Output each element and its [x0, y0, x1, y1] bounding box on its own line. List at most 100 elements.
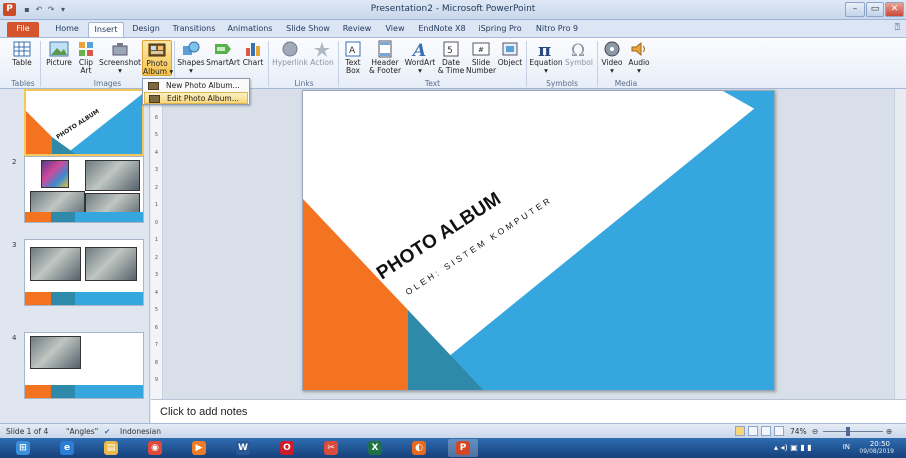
- normal-view-button[interactable]: [735, 426, 745, 436]
- picture-button[interactable]: Picture: [45, 40, 73, 67]
- chart-button[interactable]: Chart: [241, 40, 265, 67]
- object-button[interactable]: Object: [497, 40, 523, 67]
- vertical-scrollbar[interactable]: [894, 89, 906, 399]
- slide-thumbnail-4[interactable]: [24, 332, 144, 399]
- picture-icon: [49, 40, 69, 58]
- taskbar-file-explorer[interactable]: ▤: [96, 439, 126, 457]
- screenshot-icon: [110, 40, 130, 58]
- slide-thumbnail-3[interactable]: [24, 239, 144, 306]
- screenshot-button[interactable]: Screenshot ▾: [99, 40, 141, 75]
- taskbar-opera[interactable]: O: [272, 439, 302, 457]
- slideshow-view-button[interactable]: [774, 426, 784, 436]
- help-icon[interactable]: ⍰: [895, 23, 900, 33]
- header-footer-icon: [375, 40, 395, 58]
- reading-view-button[interactable]: [761, 426, 771, 436]
- photo-album-button[interactable]: Photo Album ▾: [142, 40, 173, 76]
- snipping-icon: ✂: [324, 441, 338, 455]
- edit-photo-album-icon: [149, 95, 160, 103]
- symbol-icon: Ω: [569, 40, 589, 61]
- slide-sorter-view-button[interactable]: [748, 426, 758, 436]
- hyperlink-button[interactable]: Hyperlink: [272, 40, 308, 67]
- svg-text:π: π: [538, 40, 551, 58]
- group-label-media: Media: [614, 79, 638, 88]
- language[interactable]: Indonesian: [120, 427, 161, 436]
- shapes-button[interactable]: Shapes ▾: [177, 40, 205, 75]
- spell-check-icon[interactable]: ✔: [104, 427, 110, 436]
- table-button[interactable]: Table: [9, 40, 35, 67]
- action-button[interactable]: Action: [309, 40, 335, 67]
- taskbar-chrome[interactable]: ◉: [140, 439, 170, 457]
- tab-insert[interactable]: Insert: [88, 22, 124, 37]
- ruler-mark: 1: [154, 202, 159, 208]
- slide-thumbnails-pane[interactable]: PHOTO ALBUM 2 3 4: [0, 89, 150, 423]
- clip-art-button[interactable]: Clip Art: [75, 40, 97, 75]
- taskbar-media-player[interactable]: ▶: [184, 439, 214, 457]
- date-time-button[interactable]: 5 Date & Time: [437, 40, 465, 75]
- symbol-button[interactable]: Ω Symbol: [564, 40, 594, 67]
- slide-number-button[interactable]: # Slide Number: [466, 40, 496, 75]
- tab-file[interactable]: File: [7, 22, 39, 37]
- ruler-mark: 1: [154, 237, 159, 243]
- text-box-button[interactable]: A Text Box: [341, 40, 365, 75]
- minimize-button[interactable]: –: [845, 2, 865, 17]
- photo-album-menu: New Photo Album... Edit Photo Album...: [142, 78, 250, 105]
- smartart-button[interactable]: SmartArt: [206, 40, 240, 67]
- slide-number-4: 4: [12, 334, 17, 342]
- zoom-slider-thumb[interactable]: [846, 427, 850, 436]
- restore-button[interactable]: ▭: [866, 2, 884, 17]
- taskbar-start-orb[interactable]: ⊞: [8, 439, 38, 457]
- ribbon-tabs: File Home Insert Design Transitions Anim…: [0, 20, 906, 37]
- zoom-level[interactable]: 74%: [790, 427, 807, 436]
- zoom-slider[interactable]: [823, 431, 883, 432]
- clip-art-icon: [76, 40, 96, 58]
- group-separator: [40, 41, 41, 87]
- taskbar-firefox[interactable]: ◐: [404, 439, 434, 457]
- ruler-mark: 6: [154, 114, 159, 121]
- taskbar-powerpoint[interactable]: P: [448, 439, 478, 457]
- tab-view[interactable]: View: [380, 22, 410, 37]
- taskbar-internet-explorer[interactable]: e: [52, 439, 82, 457]
- tab-nitro[interactable]: Nitro Pro 9: [532, 22, 582, 37]
- video-button[interactable]: Video ▾: [600, 40, 624, 75]
- tab-review[interactable]: Review: [339, 22, 375, 37]
- clock-date[interactable]: 09/08/2019: [859, 448, 894, 455]
- chart-icon: [243, 40, 263, 58]
- tab-design[interactable]: Design: [128, 22, 164, 37]
- close-button[interactable]: ✕: [885, 2, 904, 17]
- input-language[interactable]: IN: [843, 443, 850, 451]
- taskbar-snipping[interactable]: ✂: [316, 439, 346, 457]
- slide-thumbnail-2[interactable]: [24, 156, 144, 223]
- theme-name[interactable]: "Angles": [66, 427, 98, 436]
- photo-album-icon: [147, 41, 167, 59]
- equation-button[interactable]: π Equation ▾: [529, 40, 563, 75]
- menu-edit-photo-album[interactable]: Edit Photo Album...: [144, 92, 248, 104]
- notes-pane[interactable]: Click to add notes: [151, 399, 906, 423]
- date-time-icon: 5: [441, 40, 461, 58]
- current-slide[interactable]: PHOTO ALBUM OLEH: SISTEM KOMPUTER: [302, 90, 775, 391]
- tray-icons[interactable]: ▴ ◂) ▣ ▮ ▮: [774, 443, 812, 452]
- group-label-text: Text: [424, 79, 441, 88]
- tab-slide-show[interactable]: Slide Show: [282, 22, 334, 37]
- slide-thumbnail-1[interactable]: PHOTO ALBUM: [24, 89, 144, 156]
- taskbar-word[interactable]: W: [228, 439, 258, 457]
- clock-time[interactable]: 20:50: [870, 440, 890, 448]
- tab-ispring[interactable]: iSpring Pro: [474, 22, 526, 37]
- audio-button[interactable]: Audio ▾: [626, 40, 652, 75]
- tab-transitions[interactable]: Transitions: [169, 22, 219, 37]
- ruler-mark: 0: [154, 219, 159, 226]
- tab-endnote[interactable]: EndNote X8: [416, 22, 468, 37]
- zoom-out-icon[interactable]: ⊖: [812, 427, 818, 436]
- taskbar-excel[interactable]: X: [360, 439, 390, 457]
- wordart-button[interactable]: A WordArt ▾: [404, 40, 436, 75]
- menu-new-photo-album[interactable]: New Photo Album...: [144, 80, 248, 92]
- ruler-mark: 6: [154, 324, 159, 331]
- group-label-links: Links: [294, 79, 314, 88]
- thumbnail-footer-band: [25, 385, 143, 398]
- start-orb-icon: ⊞: [16, 441, 30, 455]
- tab-animations[interactable]: Animations: [224, 22, 276, 37]
- header-footer-button[interactable]: Header & Footer: [368, 40, 402, 75]
- table-icon: [12, 40, 32, 58]
- zoom-in-icon[interactable]: ⊕: [886, 427, 892, 436]
- tab-home[interactable]: Home: [50, 22, 84, 37]
- word-icon: W: [236, 441, 250, 455]
